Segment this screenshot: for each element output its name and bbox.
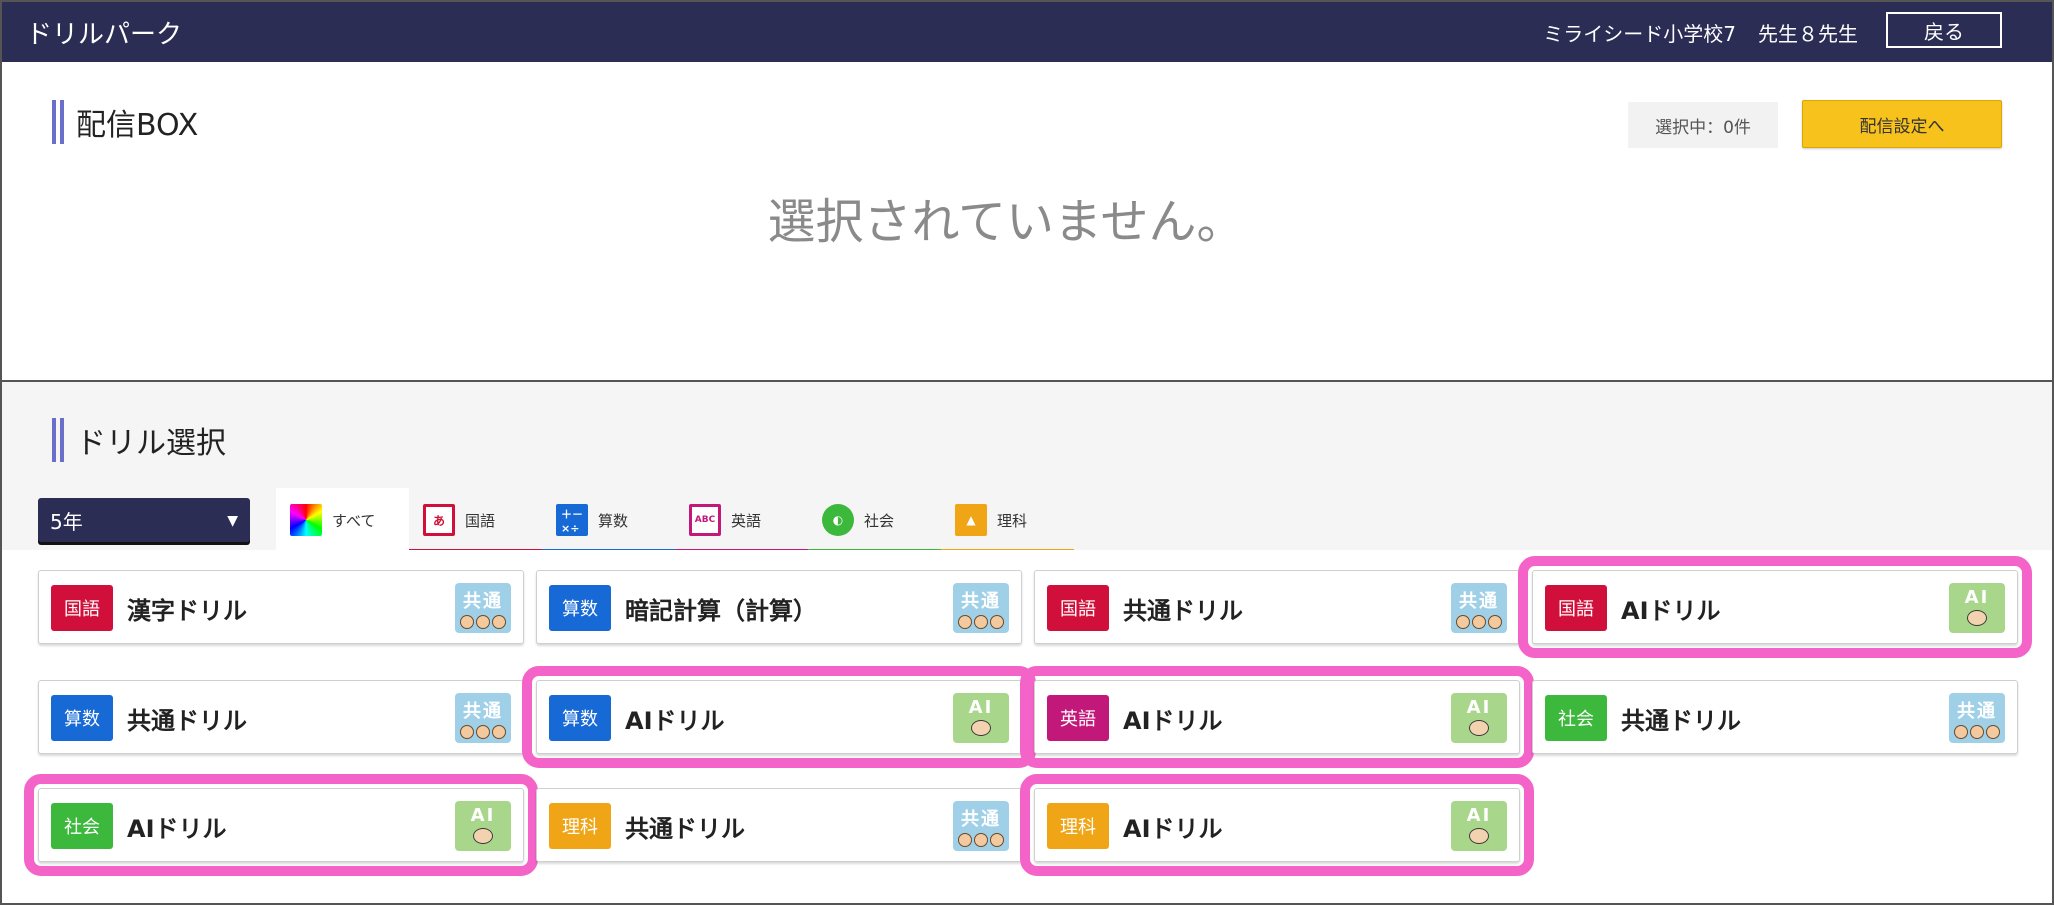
drill-select-title: ドリル選択 (52, 418, 226, 462)
drill-card-shakai-kyotsu[interactable]: 社会 共通ドリル 共通 (1532, 680, 2018, 754)
drill-name: AIドリル (1621, 597, 1721, 625)
kyotsu-drill-icon: 共通 (455, 693, 511, 743)
ai-drill-icon: AI (1451, 693, 1507, 743)
subject-badge: 国語 (1545, 585, 1607, 631)
back-button[interactable]: 戻る (1886, 12, 2002, 48)
drill-name: 共通ドリル (127, 707, 247, 735)
tab-all[interactable]: すべて (276, 488, 409, 552)
tab-eigo[interactable]: ABC 英語 (675, 488, 808, 552)
app-frame: ドリルパーク ミライシード小学校7 先生８先生 戻る 配信BOX 選択中：0件 … (0, 0, 2054, 905)
subject-badge: 国語 (1047, 585, 1109, 631)
grade-select[interactable]: 5年 ▼ (38, 498, 250, 542)
title-bars-icon (52, 100, 64, 144)
drill-card-rika-ai[interactable]: 理科 AIドリル AI (1020, 774, 1534, 876)
drill-card-kokugo-kyotsu[interactable]: 国語 共通ドリル 共通 (1034, 570, 1520, 644)
tab-shakai-label: 社会 (864, 511, 895, 530)
drill-name: AIドリル (625, 707, 725, 735)
subject-badge: 理科 (1047, 803, 1109, 849)
drill-name: 暗記計算（計算） (625, 597, 817, 625)
ai-drill-icon: AI (455, 801, 511, 851)
caret-down-icon: ▼ (227, 513, 238, 529)
subject-badge: 国語 (51, 585, 113, 631)
eigo-icon: ABC (689, 504, 721, 536)
ai-drill-icon: AI (1949, 583, 2005, 633)
title-bars-icon (52, 418, 64, 462)
rainbow-icon (290, 504, 322, 536)
subject-badge: 理科 (549, 803, 611, 849)
drill-card-sansu-anki[interactable]: 算数 暗記計算（計算） 共通 (536, 570, 1022, 644)
delivery-box-title-text: 配信BOX (76, 108, 199, 143)
drill-card-kokugo-ai[interactable]: 国語 AIドリル AI (1518, 556, 2032, 658)
ai-drill-icon: AI (1451, 801, 1507, 851)
ai-drill-icon: AI (953, 693, 1009, 743)
kokugo-icon: あ (423, 504, 455, 536)
drill-card-eigo-ai[interactable]: 英語 AIドリル AI (1020, 666, 1534, 768)
drill-name: AIドリル (127, 815, 227, 843)
kyotsu-drill-icon: 共通 (1949, 693, 2005, 743)
kyotsu-drill-icon: 共通 (953, 801, 1009, 851)
empty-message: 選択されていません。 (767, 194, 1245, 250)
drill-select-title-text: ドリル選択 (76, 426, 226, 461)
drill-card-shakai-ai[interactable]: 社会 AIドリル AI (24, 774, 538, 876)
grade-select-value: 5年 (50, 509, 83, 534)
subject-badge: 算数 (51, 695, 113, 741)
drill-name: 共通ドリル (1621, 707, 1741, 735)
selected-count: 選択中：0件 (1628, 102, 1778, 148)
drill-select-section: ドリル選択 5年 ▼ すべて あ 国語 ＋－ ×÷ 算数 ABC 英語 ◐ 社会… (2, 382, 2052, 903)
app-title: ドリルパーク (26, 20, 183, 50)
tab-shakai[interactable]: ◐ 社会 (808, 488, 941, 552)
kyotsu-drill-icon: 共通 (953, 583, 1009, 633)
subject-badge: 英語 (1047, 695, 1109, 741)
top-header: ドリルパーク ミライシード小学校7 先生８先生 戻る (2, 2, 2052, 62)
subject-tabs: すべて あ 国語 ＋－ ×÷ 算数 ABC 英語 ◐ 社会 ▲ 理科 (276, 488, 1074, 552)
shakai-icon: ◐ (822, 504, 854, 536)
drill-name: AIドリル (1123, 815, 1223, 843)
drill-name: 共通ドリル (625, 815, 745, 843)
school-name: ミライシード小学校7 (1543, 22, 1736, 46)
drill-name: 共通ドリル (1123, 597, 1243, 625)
drill-name: 漢字ドリル (127, 597, 247, 625)
tab-sansu[interactable]: ＋－ ×÷ 算数 (542, 488, 675, 552)
delivery-box-title: 配信BOX (52, 100, 198, 144)
tab-rika-label: 理科 (997, 511, 1028, 530)
subject-badge: 算数 (549, 695, 611, 741)
subject-badge: 社会 (1545, 695, 1607, 741)
drill-card-rika-kyotsu[interactable]: 理科 共通ドリル 共通 (536, 788, 1022, 862)
delivery-settings-button[interactable]: 配信設定へ (1802, 100, 2002, 148)
subject-badge: 社会 (51, 803, 113, 849)
delivery-box-section: 配信BOX 選択中：0件 配信設定へ 選択されていません。 (2, 62, 2052, 382)
teacher-name: 先生８先生 (1758, 22, 1858, 46)
drill-card-kokugo-kanji[interactable]: 国語 漢字ドリル 共通 (38, 570, 524, 644)
drill-name: AIドリル (1123, 707, 1223, 735)
kyotsu-drill-icon: 共通 (455, 583, 511, 633)
drill-card-sansu-kyotsu[interactable]: 算数 共通ドリル 共通 (38, 680, 524, 754)
rika-icon: ▲ (955, 504, 987, 536)
drill-card-sansu-ai[interactable]: 算数 AIドリル AI (522, 666, 1036, 768)
tab-all-label: すべて (332, 511, 376, 530)
tab-rika[interactable]: ▲ 理科 (941, 488, 1074, 552)
subject-badge: 算数 (549, 585, 611, 631)
tab-sansu-label: 算数 (598, 511, 629, 530)
sansu-icon: ＋－ ×÷ (556, 504, 588, 536)
kyotsu-drill-icon: 共通 (1451, 583, 1507, 633)
tab-kokugo[interactable]: あ 国語 (409, 488, 542, 552)
drill-card-grid: 国語 漢字ドリル 共通 算数 暗記計算（計算） 共通 国語 共通ドリル 共通 国… (2, 550, 2052, 903)
tab-kokugo-label: 国語 (465, 511, 496, 530)
tab-eigo-label: 英語 (731, 511, 762, 530)
